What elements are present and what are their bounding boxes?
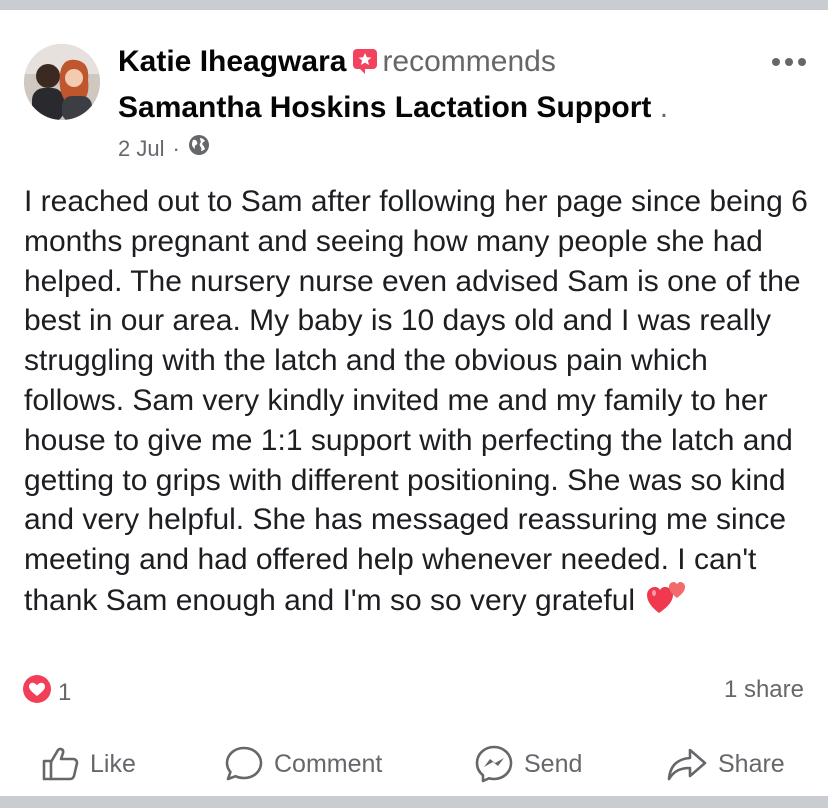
post-text: I reached out to Sam after following her… (24, 185, 808, 617)
post-body: I reached out to Sam after following her… (24, 182, 808, 625)
share-button[interactable]: Share (666, 736, 785, 792)
messenger-icon (475, 745, 513, 783)
reactions-summary[interactable]: 1 (22, 674, 71, 711)
avatar[interactable] (24, 44, 100, 120)
like-label: Like (90, 749, 136, 778)
post-date[interactable]: 2 Jul (118, 135, 164, 163)
more-options-button[interactable] (768, 50, 810, 74)
share-arrow-icon (667, 748, 707, 781)
love-reaction-icon (22, 674, 52, 711)
thumbs-up-icon (42, 747, 79, 781)
globe-icon (188, 134, 210, 163)
like-button[interactable]: Like (40, 736, 136, 792)
action-bar: Like Comment Send Share (0, 736, 828, 792)
avatar-photo (24, 44, 100, 120)
two-hearts-icon (647, 580, 687, 625)
more-dots-icon (772, 58, 806, 66)
trailing-dot: . (659, 91, 669, 124)
reaction-count: 1 (58, 678, 72, 706)
share-count[interactable]: 1 share (724, 674, 804, 706)
share-label: Share (718, 749, 785, 778)
comment-label: Comment (274, 749, 383, 778)
comment-bubble-icon (225, 746, 263, 781)
post-header: Katie Iheagwara recommends (118, 43, 556, 84)
recommendation-badge-icon (352, 46, 378, 84)
meta-separator: · (172, 135, 180, 161)
post-card: Katie Iheagwara recommends Samantha Hoski… (0, 10, 828, 796)
recommends-label: recommends (382, 45, 556, 78)
send-label: Send (524, 749, 583, 778)
post-meta: 2 Jul · (118, 134, 210, 163)
recommended-page-name[interactable]: Samantha Hoskins Lactation Support (118, 91, 651, 124)
author-name[interactable]: Katie Iheagwara (118, 45, 346, 78)
send-button[interactable]: Send (474, 736, 582, 792)
comment-button[interactable]: Comment (224, 736, 382, 792)
page-line: Samantha Hoskins Lactation Support . (118, 89, 668, 127)
